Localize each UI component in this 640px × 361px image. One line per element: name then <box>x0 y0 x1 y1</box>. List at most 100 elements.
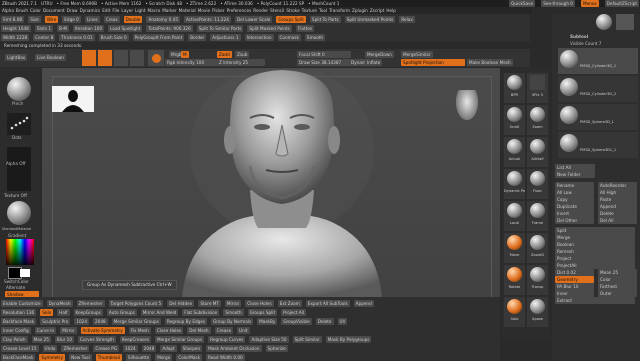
del-other-button[interactable]: Del Other <box>555 217 594 224</box>
bottom-button[interactable]: Mask Ambient Occlusion <box>206 344 262 352</box>
subtool-item[interactable]: PM3D_Cylinder3D_2 <box>558 76 638 102</box>
bottom-button[interactable]: Store MT <box>198 299 221 307</box>
bottom-button[interactable]: Groups Split <box>247 308 278 316</box>
dist-slider[interactable]: Dist 0.02 <box>555 269 594 276</box>
bottom-button[interactable]: Del Mesh <box>187 326 211 334</box>
view-button[interactable]: Solo <box>504 297 525 327</box>
secondary-color-swatch[interactable] <box>20 269 30 277</box>
toolbar-button[interactable]: Edge 0 <box>62 15 81 23</box>
bottom-button[interactable]: Fix Mesh <box>128 326 151 334</box>
toolbar-button[interactable]: Thickness 0.01 <box>59 33 95 41</box>
menu-light[interactable]: Light <box>135 8 145 13</box>
menu-macro[interactable]: Macro <box>148 8 161 13</box>
draw-size-slider[interactable]: Draw Size 38.14387 <box>297 59 351 66</box>
subtool-item[interactable]: PM3D_Sphere3D1_1 <box>558 132 638 158</box>
bottom-button[interactable]: Resolution 136 <box>1 308 37 316</box>
bottom-button[interactable]: ZRemesher <box>76 299 105 307</box>
toolbar-button[interactable]: Del Lower Scale <box>234 15 273 23</box>
subtool-item[interactable]: PM3D_Cylinder3D_1 <box>558 48 638 74</box>
toolbar-button[interactable]: Relax <box>399 15 415 23</box>
farthest-button[interactable]: Farthest <box>598 283 637 290</box>
bottom-button[interactable]: Append <box>353 299 374 307</box>
bottom-button[interactable]: Merge <box>155 353 173 361</box>
bottom-button[interactable]: 2048 <box>93 317 108 325</box>
menu-file[interactable]: File <box>112 8 119 13</box>
toolbar-button[interactable]: Wire <box>44 15 59 23</box>
view-button[interactable]: ZoomD <box>527 233 548 263</box>
inflate-button[interactable]: Inflate <box>365 59 383 66</box>
bottom-button[interactable]: ZRemesher <box>61 344 90 352</box>
bottom-button[interactable]: Symmetry <box>39 353 66 361</box>
toolbar-button[interactable]: Border <box>188 33 207 41</box>
view-button[interactable]: Zoom <box>527 105 548 135</box>
bottom-button[interactable]: Activate Symmetry <box>80 326 125 334</box>
bottom-button[interactable]: Half <box>57 308 70 316</box>
subtool-item[interactable]: PM3D_Sphere3D_1 <box>558 104 638 130</box>
bottom-button[interactable]: Adaptive Size 50 <box>249 335 289 343</box>
menu-zplugin[interactable]: Zplugin <box>352 8 368 13</box>
all-low-button[interactable]: All Low <box>555 189 594 196</box>
toolbar-button[interactable]: Width 2228 <box>1 33 30 41</box>
menu-texture[interactable]: Texture <box>302 8 317 13</box>
rename-button[interactable]: Rename <box>555 182 594 189</box>
rotate-button[interactable] <box>148 50 164 66</box>
zsub-button[interactable]: Zsub <box>235 51 250 58</box>
merge-similar-button[interactable]: MergeSimilar <box>401 51 433 58</box>
stroke-thumbnail[interactable] <box>7 113 31 135</box>
view-button[interactable]: Dynamic Persp <box>504 169 525 199</box>
texture-thumbnail[interactable] <box>7 171 31 191</box>
bottom-button[interactable]: Clay Polish <box>1 335 28 343</box>
bottom-button[interactable]: Regroup Curves <box>208 335 246 343</box>
toolbar-button[interactable]: ActivePoints: 11.224 <box>184 15 231 23</box>
menu-dynamics[interactable]: Dynamics <box>80 8 101 13</box>
bottom-button[interactable]: Split Similar <box>292 335 322 343</box>
bottom-button[interactable]: Thumbnail <box>95 353 122 361</box>
toolbar-button[interactable]: Groups Split <box>276 15 306 23</box>
toolbar-button[interactable]: Center 8 <box>33 33 56 41</box>
simple-brush-thumbnail[interactable] <box>616 14 634 30</box>
bottom-button[interactable]: Curve In <box>34 326 57 334</box>
toolbar-button[interactable]: Intersection <box>244 33 274 41</box>
bottom-button[interactable]: Crease <box>214 326 234 334</box>
quicksave-button[interactable]: QuickSave <box>509 0 536 7</box>
bottom-button[interactable]: Ext Zoom <box>277 299 302 307</box>
bottom-button[interactable]: KeepCreases <box>119 335 151 343</box>
bottom-button[interactable]: Curves Strength <box>77 335 116 343</box>
menu-alpha[interactable]: Alpha <box>2 8 14 13</box>
bottom-button[interactable]: Crease PG <box>93 344 119 352</box>
material-thumbnail[interactable] <box>7 201 31 225</box>
brush-thumbnail[interactable] <box>7 77 31 101</box>
alternate-label[interactable]: Alternate <box>6 285 25 290</box>
bottom-button[interactable]: Backface Mask <box>1 317 37 325</box>
view-button[interactable]: Rotate <box>504 265 525 295</box>
toolbar-button[interactable]: Split To Similar Parts <box>196 24 244 32</box>
insert-button[interactable]: Insert <box>555 210 594 217</box>
toolbar-button[interactable]: Slots 1 <box>34 24 54 32</box>
m-button[interactable]: M <box>181 51 189 58</box>
pa-blur-slider[interactable]: PA Blur 10 <box>555 283 594 290</box>
bottom-button[interactable]: Flat Subdivision <box>182 308 220 316</box>
spotlight-image[interactable] <box>52 86 94 112</box>
view-button[interactable]: Transp <box>527 265 548 295</box>
menu-zscript[interactable]: Zscript <box>370 8 385 13</box>
menus-button[interactable]: Menus <box>580 0 599 7</box>
color-picker[interactable] <box>6 239 34 265</box>
toolbar-button[interactable]: Double <box>123 15 143 23</box>
move-button[interactable] <box>114 50 128 66</box>
toolbar-button[interactable]: Split Unmasked Points <box>344 15 396 23</box>
bottom-button[interactable]: ColorMask <box>176 353 202 361</box>
bottom-button[interactable]: Close Holes <box>245 299 274 307</box>
bottom-button[interactable]: Close Holes <box>154 326 184 334</box>
split-button[interactable]: Split <box>555 227 635 234</box>
bottom-button[interactable]: Project All <box>281 308 306 316</box>
make-boolean-mesh-button[interactable]: Make Boolean Mesh <box>467 59 513 66</box>
lightbox-button[interactable]: LightBox <box>5 54 28 61</box>
toolbar-button[interactable]: Brush Size 0 <box>98 33 129 41</box>
toolbar-button[interactable]: Height 1648 <box>1 24 31 32</box>
mean-slider[interactable]: Mean 25 <box>598 269 637 276</box>
edit-button[interactable] <box>82 50 96 66</box>
orientation-head-gizmo[interactable] <box>456 90 478 120</box>
toolbar-button[interactable]: Size <box>28 15 41 23</box>
toolbar-button[interactable]: Conmask <box>277 33 301 41</box>
view-button[interactable]: Move <box>504 233 525 263</box>
